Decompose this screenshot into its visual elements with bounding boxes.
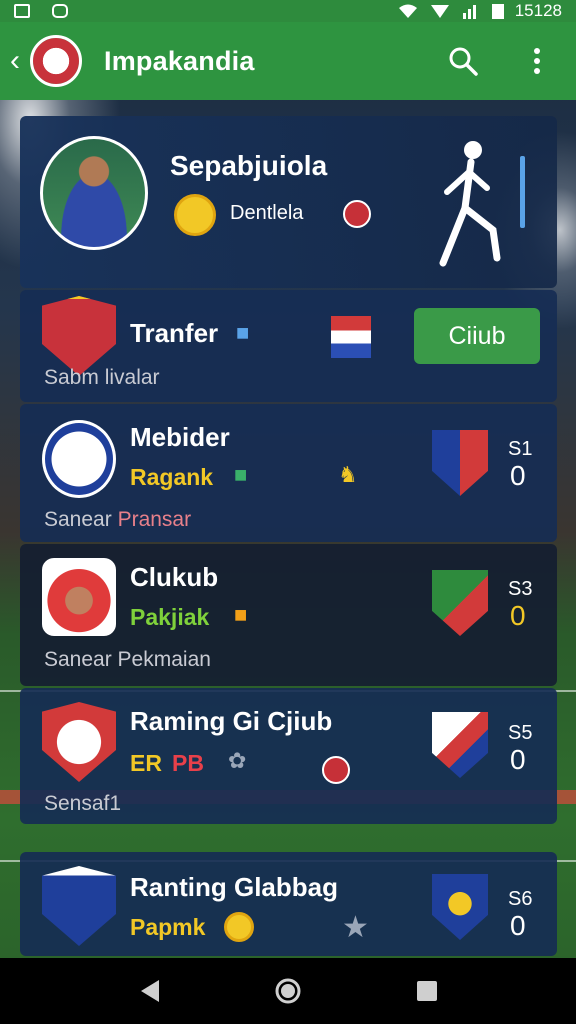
club-shield: [432, 712, 488, 778]
cell-bars-icon: [462, 5, 476, 19]
stat-value: 0: [510, 600, 526, 631]
row-title: Clukub: [130, 562, 219, 592]
row-subtitle-b: PB: [172, 750, 204, 776]
battery-icon: [491, 4, 504, 19]
app-title: Impakandia: [104, 45, 255, 76]
list-item-raming[interactable]: Raming Gi Cjiub ER PB ✿ S5 0 Sensaf1: [20, 688, 557, 824]
row-footer: Sensaf1: [44, 792, 122, 815]
status-time: 15128: [514, 1, 562, 20]
profile-card[interactable]: Sepabjuiola Dentlela: [20, 116, 557, 288]
row-footer: Sabm livalar: [44, 366, 160, 389]
runner-icon: [439, 141, 501, 267]
stat-label: S5: [508, 722, 533, 744]
gem-icon: ■: [234, 462, 248, 487]
cube-icon: ■: [236, 320, 250, 345]
stat-label: S3: [508, 578, 533, 600]
wifi-icon: [398, 4, 417, 18]
status-bar: 15128: [0, 0, 576, 22]
app-bar: ‹ Impakandia: [0, 22, 576, 100]
row-subtitle: Pakjiak: [130, 604, 210, 630]
club-shield: [432, 570, 488, 636]
footer-part-highlight: Pransar: [117, 508, 192, 531]
club-shield: [432, 430, 488, 496]
smiley-coin-icon: [224, 912, 254, 942]
gear-icon: ✿: [228, 748, 247, 773]
club-crest: [42, 702, 116, 782]
stat-label: S6: [508, 888, 533, 910]
row-title: Tranfer: [130, 318, 219, 348]
more-vert-icon[interactable]: [520, 44, 554, 78]
club-crest: [42, 420, 116, 498]
chest-icon: ■: [234, 602, 248, 627]
club-crest: [42, 296, 116, 376]
player-avatar: [40, 136, 148, 250]
club-shield: [432, 874, 488, 940]
coin-icon: [174, 194, 216, 236]
list-item-clukub[interactable]: Clukub Pakjiak ■ S3 0 Sanear Pekmaian: [20, 544, 557, 686]
row-subtitle-a: ER: [130, 750, 162, 776]
row-subtitle: Ragank: [130, 464, 214, 490]
stat-value: 0: [510, 910, 526, 941]
stat-value: 0: [510, 460, 526, 491]
club-crest: [42, 866, 116, 946]
row-title: Mebider: [130, 422, 230, 452]
stat-value: 0: [510, 744, 526, 775]
row-title: Ranting Glabbag: [130, 872, 338, 902]
home-icon[interactable]: [274, 977, 302, 1005]
list-item-transfer[interactable]: Tranfer ■ Ciiub Sabm livalar: [20, 290, 557, 402]
signal-icon: [430, 5, 449, 18]
recents-icon[interactable]: [415, 979, 439, 1003]
row-subtitle: Papmk: [130, 914, 206, 940]
row-footer: Sanear Pekmaian: [44, 648, 211, 671]
badge-icon: [322, 756, 350, 784]
club-crest: [42, 558, 116, 636]
app-notification-icon: [52, 4, 68, 18]
list-item-ranting[interactable]: Ranting Glabbag Papmk ★ S6 0: [20, 852, 557, 956]
list-item-mebider[interactable]: Mebider Ragank ■ ♞ S1 0 Sanear Pransar: [20, 404, 557, 542]
club-button[interactable]: Ciiub: [414, 308, 540, 364]
row-footer: Sanear Pransar: [44, 508, 191, 532]
club-badge-icon: [343, 200, 371, 228]
profile-subtitle: Dentlela: [230, 202, 304, 224]
flag-icon: [331, 316, 371, 358]
star-icon: ★: [342, 911, 369, 944]
row-title: Raming Gi Cjiub: [130, 706, 333, 736]
image-notification-icon: [14, 4, 30, 18]
divider-bar: [520, 156, 525, 228]
back-nav-icon[interactable]: [137, 978, 161, 1004]
trophy-icon: ♞: [338, 462, 358, 487]
footer-part: Sanear: [44, 508, 112, 531]
app-logo: [30, 35, 82, 87]
back-icon[interactable]: ‹: [10, 46, 28, 76]
stat-label: S1: [508, 438, 533, 460]
search-icon[interactable]: [446, 44, 480, 78]
system-nav-bar: [0, 958, 576, 1024]
profile-name: Sepabjuiola: [170, 150, 328, 181]
